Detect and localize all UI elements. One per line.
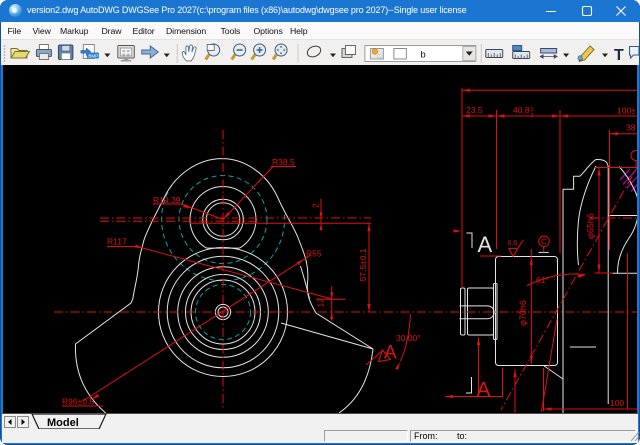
svg-text:BMP: BMP — [88, 53, 98, 58]
svg-text:Model: Model — [47, 417, 79, 429]
svg-text:A: A — [384, 343, 397, 364]
svg-text:57.5±0.1: 57.5±0.1 — [358, 248, 368, 281]
svg-text:23.5: 23.5 — [466, 105, 483, 115]
svg-text:C: C — [541, 237, 547, 246]
svg-text:2: 2 — [311, 203, 321, 208]
svg-text:3: 3 — [531, 113, 534, 119]
svg-text:12: 12 — [316, 298, 326, 308]
svg-text:R38.5: R38.5 — [272, 157, 295, 167]
svg-text:0.6: 0.6 — [508, 240, 518, 247]
svg-text:T: T — [614, 47, 624, 64]
svg-text:30.00°: 30.00° — [396, 333, 421, 343]
svg-text:R96±0.5: R96±0.5 — [62, 397, 94, 407]
svg-text:100±: 100± — [617, 106, 636, 116]
svg-text:38: 38 — [626, 123, 636, 133]
svg-text:A: A — [477, 379, 491, 402]
svg-text:R117: R117 — [107, 237, 127, 247]
svg-text:b: b — [420, 49, 425, 60]
svg-text:40.8: 40.8 — [513, 105, 530, 115]
svg-text:A: A — [478, 232, 493, 257]
svg-text:61°: 61° — [536, 275, 549, 285]
svg-text:φ70h6: φ70h6 — [518, 300, 528, 326]
svg-text:φ65h6: φ65h6 — [586, 213, 596, 239]
svg-text:R55: R55 — [306, 249, 322, 259]
svg-text:R19.39: R19.39 — [153, 195, 181, 205]
svg-text:100: 100 — [610, 398, 624, 408]
